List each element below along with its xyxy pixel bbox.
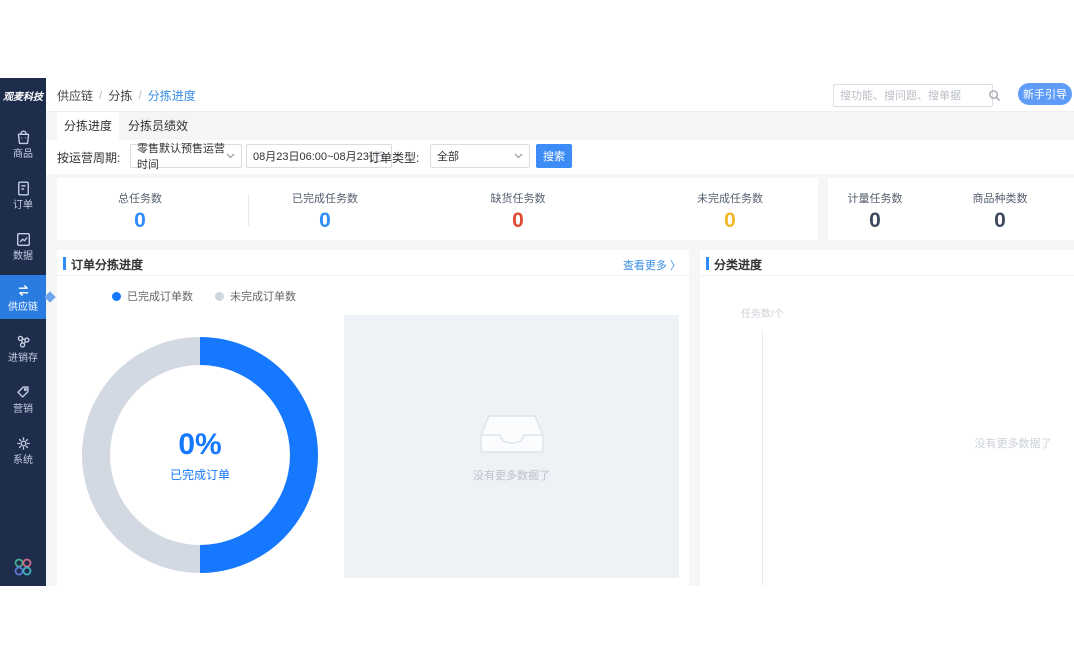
beginner-guide-button[interactable]: 新手引导 (1018, 83, 1072, 105)
panel-title: 分类进度 (714, 256, 762, 273)
stat-value: 0 (265, 209, 385, 233)
sidebar-item-supply-chain[interactable]: 供应链 (0, 275, 46, 319)
order-icon (14, 179, 33, 198)
donut-legend: 已完成订单数 未完成订单数 (112, 288, 296, 304)
breadcrumb-separator: / (138, 88, 141, 102)
stat-label: 已完成任务数 (265, 190, 385, 206)
chevron-right-icon: 〉 (670, 260, 681, 272)
data-icon (14, 230, 33, 249)
apps-clover-icon[interactable] (12, 556, 34, 578)
global-search (833, 84, 993, 107)
tab-sorter-performance[interactable]: 分拣员绩效 (123, 112, 193, 140)
sidebar-item-label: 商品 (13, 149, 33, 160)
period-select-value: 零售默认预售运营时间 (137, 140, 226, 172)
search-input[interactable] (834, 90, 988, 102)
stat-value: 0 (80, 209, 200, 233)
stat-label: 计量任务数 (815, 190, 935, 206)
stat-stockout-tasks: 缺货任务数 0 (458, 190, 578, 233)
supply-chain-icon (14, 281, 33, 300)
order-type-filter-label: 订单类型: (368, 149, 419, 166)
legend-unfinished-orders[interactable]: 未完成订单数 (215, 288, 296, 304)
sidebar-item-label: 供应链 (8, 302, 38, 313)
breadcrumb-current-page: 分拣进度 (148, 87, 196, 104)
stat-total-tasks: 总任务数 0 (80, 190, 200, 233)
period-filter-label: 按运营周期: (57, 149, 120, 166)
sidebar-item-inventory[interactable]: 进销存 (0, 326, 46, 370)
sidebar-item-data[interactable]: 数据 (0, 224, 46, 268)
stat-unfinished-tasks: 未完成任务数 0 (670, 190, 790, 233)
breadcrumb: 供应链 / 分拣 / 分拣进度 (57, 78, 196, 112)
breadcrumb-separator: / (99, 88, 102, 102)
app-window: 观麦科技 商品 订单 (0, 78, 1074, 586)
panel-header: 分类进度 (700, 250, 1074, 276)
empty-state-text: 没有更多数据了 (473, 467, 550, 483)
stat-completed-tasks: 已完成任务数 0 (265, 190, 385, 233)
inventory-icon (14, 332, 33, 351)
y-axis-label: 任务数/个 (741, 305, 784, 320)
title-accent-bar (63, 257, 66, 270)
sidebar: 观麦科技 商品 订单 (0, 78, 46, 586)
stat-weighing-tasks: 计量任务数 0 (815, 190, 935, 233)
stat-value: 0 (458, 209, 578, 233)
y-axis-line (762, 330, 763, 586)
empty-state: 没有更多数据了 (344, 315, 679, 578)
task-stats-card: 总任务数 0 已完成任务数 0 缺货任务数 0 未完成任务数 0 (57, 178, 818, 240)
top-bar: 供应链 / 分拣 / 分拣进度 新手引导 (46, 78, 1074, 112)
chevron-down-icon (514, 153, 523, 159)
sidebar-item-goods[interactable]: 商品 (0, 122, 46, 166)
stat-divider (248, 194, 249, 226)
tag-icon (14, 383, 33, 402)
breadcrumb-supply-chain[interactable]: 供应链 (57, 87, 93, 104)
sidebar-item-label: 系统 (13, 455, 33, 466)
order-type-select-value: 全部 (437, 148, 459, 164)
donut-chart-wrap: 0% 已完成订单 (82, 337, 318, 573)
search-icon[interactable] (988, 89, 1001, 102)
legend-completed-orders[interactable]: 已完成订单数 (112, 288, 193, 304)
order-sorting-progress-panel: 订单分拣进度 查看更多 〉 已完成订单数 未完成订单数 0% (57, 250, 689, 586)
sidebar-item-marketing[interactable]: 营销 (0, 377, 46, 421)
stat-label: 缺货任务数 (458, 190, 578, 206)
order-type-select[interactable]: 全部 (430, 144, 530, 168)
panel-title: 订单分拣进度 (71, 256, 143, 273)
donut-caption: 已完成订单 (170, 466, 230, 483)
donut-center: 0% 已完成订单 (82, 337, 318, 573)
stat-value: 0 (815, 209, 935, 233)
legend-dot (112, 292, 121, 301)
sidebar-item-label: 订单 (13, 200, 33, 211)
stat-label: 总任务数 (80, 190, 200, 206)
panel-header: 订单分拣进度 查看更多 〉 (57, 250, 689, 276)
legend-label: 未完成订单数 (230, 288, 296, 304)
search-button[interactable]: 搜索 (536, 144, 572, 168)
date-range-value: 08月23日06:00~08月23日12:00( (253, 148, 372, 164)
stat-sku-count: 商品种类数 0 (940, 190, 1060, 233)
period-select[interactable]: 零售默认预售运营时间 (130, 144, 242, 168)
sidebar-item-label: 进销存 (8, 353, 38, 364)
empty-inbox-icon (479, 411, 545, 457)
sidebar-item-label: 数据 (13, 251, 33, 262)
title-accent-bar (706, 257, 709, 270)
stat-label: 未完成任务数 (670, 190, 790, 206)
legend-label: 已完成订单数 (127, 288, 193, 304)
category-progress-panel: 分类进度 任务数/个 没有更多数据了 (700, 250, 1074, 586)
screenshot-canvas: 观麦科技 商品 订单 (0, 0, 1074, 662)
filter-bar: 按运营周期: 零售默认预售运营时间 08月23日06:00~08月23日12:0… (46, 140, 1074, 174)
breadcrumb-sorting[interactable]: 分拣 (108, 87, 132, 104)
view-more-link[interactable]: 查看更多 〉 (623, 257, 681, 273)
chevron-down-icon (226, 153, 235, 159)
sidebar-item-orders[interactable]: 订单 (0, 173, 46, 217)
tab-sorting-progress[interactable]: 分拣进度 (57, 112, 119, 140)
legend-dot (215, 292, 224, 301)
stat-value: 0 (670, 209, 790, 233)
bag-icon (14, 128, 33, 147)
gear-icon (14, 434, 33, 453)
stat-value: 0 (940, 209, 1060, 233)
tab-strip: 分拣进度 分拣员绩效 (46, 112, 1074, 140)
brand-logo: 观麦科技 (0, 78, 46, 112)
stat-label: 商品种类数 (940, 190, 1060, 206)
donut-percent: 0% (178, 428, 221, 462)
empty-state-text: 没有更多数据了 (948, 435, 1074, 451)
sidebar-item-label: 营销 (13, 404, 33, 415)
sidebar-item-system[interactable]: 系统 (0, 428, 46, 472)
measure-stats-card: 计量任务数 0 商品种类数 0 (828, 178, 1074, 240)
